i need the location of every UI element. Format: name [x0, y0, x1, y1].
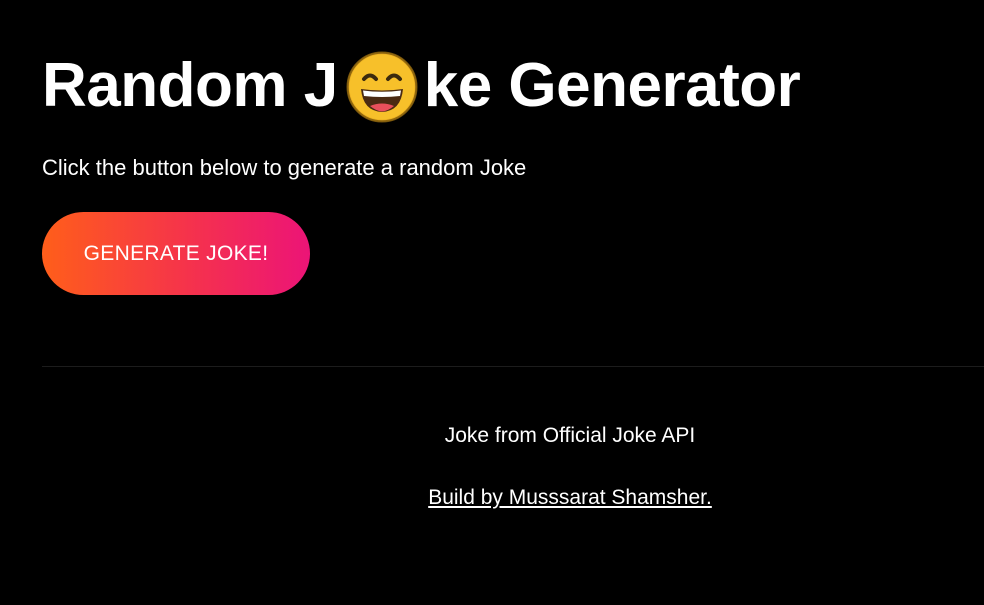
joke-source-note: Joke from Official Joke API: [444, 424, 696, 447]
page: Random J ke Generator Click the button b…: [0, 0, 984, 605]
grinning-face-icon: [346, 51, 418, 123]
generate-joke-button[interactable]: GENERATE JOKE!: [42, 212, 310, 295]
subtitle: Click the button below to generate a ran…: [42, 155, 527, 180]
author-credit-link[interactable]: Build by Musssarat Shamsher.: [428, 486, 712, 509]
title-text-start: Random J: [42, 51, 338, 120]
page-title: Random J ke Generator: [42, 48, 801, 124]
title-text-end: ke Generator: [423, 51, 801, 120]
credit-line: Build by Musssarat Shamsher.: [42, 484, 984, 512]
divider: [42, 366, 984, 367]
